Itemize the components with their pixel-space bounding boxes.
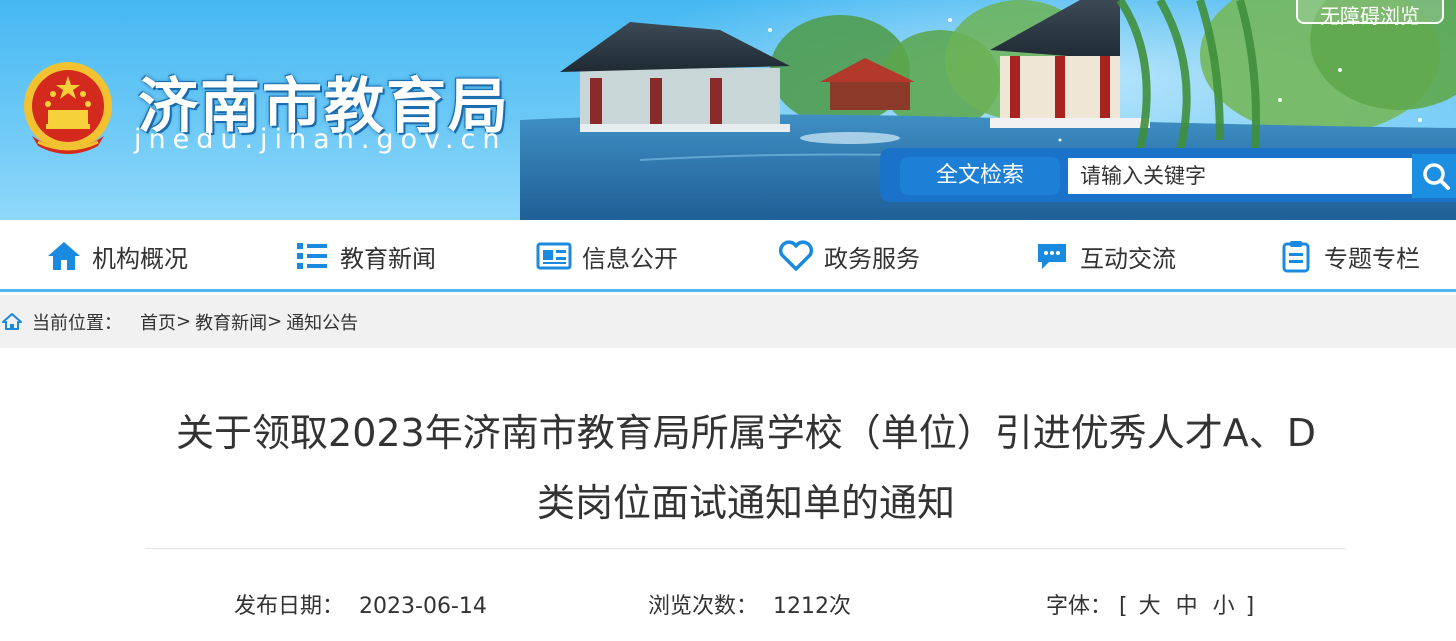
font-size-large-button[interactable]: 大 xyxy=(1139,594,1161,619)
national-emblem-logo xyxy=(24,62,112,154)
article-title-line: 类岗位面试通知单的通知 xyxy=(536,481,955,525)
nav-item-label: 专题专栏 xyxy=(1324,244,1420,273)
font-size-small-button[interactable]: 小 xyxy=(1213,594,1235,619)
nav-item-label: 信息公开 xyxy=(582,244,678,273)
list-icon xyxy=(294,238,330,274)
view-count-label: 浏览次数： xyxy=(648,594,759,619)
breadcrumb-separator: > xyxy=(176,311,192,332)
nav-item-label: 机构概况 xyxy=(92,244,188,273)
breadcrumb: 当前位置： 首页 > 教育新闻 > 通知公告 xyxy=(0,295,1456,348)
bracket-open: [ xyxy=(1119,594,1128,619)
nav-item-organization[interactable]: 机构概况 xyxy=(46,220,188,292)
nav-item-label: 政务服务 xyxy=(824,244,920,273)
nav-item-information-disclosure[interactable]: 信息公开 xyxy=(536,220,678,292)
nav-item-interaction[interactable]: 互动交流 xyxy=(1034,220,1176,292)
breadcrumb-notices-link[interactable]: 通知公告 xyxy=(286,309,358,335)
site-domain: jnedu.jinan.gov.cn xyxy=(134,124,507,155)
view-count-value: 1212次 xyxy=(773,594,852,619)
view-count-info: 浏览次数： 1212次 xyxy=(648,588,851,620)
breadcrumb-separator: > xyxy=(267,311,283,332)
clipboard-icon xyxy=(1278,238,1314,274)
breadcrumb-home-link[interactable]: 首页 xyxy=(140,309,176,335)
breadcrumb-label: 当前位置： xyxy=(32,312,122,334)
full-text-search-tab[interactable]: 全文检索 xyxy=(900,157,1060,195)
header-banner: 济南市教育局 jnedu.jinan.gov.cn 无障碍浏览 全文检索 xyxy=(0,0,1456,220)
bracket-close: ] xyxy=(1245,594,1255,619)
font-size-label: 字体： xyxy=(1046,594,1113,619)
nav-item-label: 互动交流 xyxy=(1080,244,1176,273)
title-divider xyxy=(146,548,1346,549)
chat-icon xyxy=(1034,238,1070,274)
home-icon xyxy=(46,238,82,274)
nav-item-label: 教育新闻 xyxy=(340,244,436,273)
breadcrumb-education-news-link[interactable]: 教育新闻 xyxy=(195,309,267,335)
heart-icon xyxy=(778,238,814,274)
publish-date-label: 发布日期： xyxy=(234,594,345,619)
font-size-medium-button[interactable]: 中 xyxy=(1176,594,1198,619)
search-button[interactable] xyxy=(1412,154,1456,198)
font-size-switcher: 字体： [ 大 中 小 ] xyxy=(1046,588,1254,620)
nav-item-education-news[interactable]: 教育新闻 xyxy=(294,220,436,292)
main-nav: 机构概况 教育新闻 信息公开 政务服务 互动交流 专题专栏 xyxy=(0,220,1456,292)
publish-date-info: 发布日期： 2023-06-14 xyxy=(234,588,487,620)
article-title-line: 关于领取2023年济南市教育局所属学校（单位）引进优秀人才A、D xyxy=(176,411,1316,455)
nav-item-government-services[interactable]: 政务服务 xyxy=(778,220,920,292)
newspaper-icon xyxy=(536,238,572,274)
search-input[interactable] xyxy=(1068,158,1412,194)
nav-item-special-topics[interactable]: 专题专栏 xyxy=(1278,220,1420,292)
location-home-icon xyxy=(2,312,22,330)
publish-date-value: 2023-06-14 xyxy=(359,594,487,619)
article-title: 关于领取2023年济南市教育局所属学校（单位）引进优秀人才A、D 类岗位面试通知… xyxy=(146,398,1346,538)
barrier-free-button[interactable]: 无障碍浏览 xyxy=(1296,0,1444,28)
search-icon xyxy=(1423,163,1450,190)
